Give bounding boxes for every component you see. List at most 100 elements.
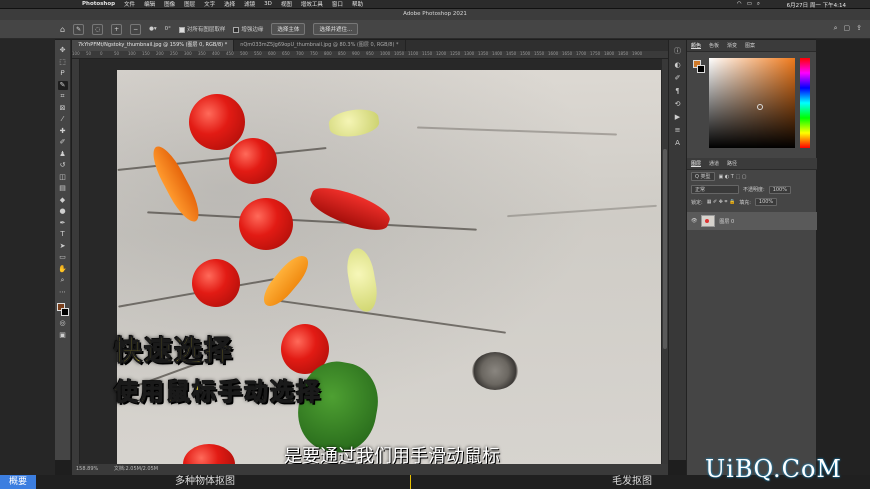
quick-selection-tool-icon[interactable]: ✎ bbox=[57, 80, 68, 90]
chapter-summary[interactable]: 概要 bbox=[0, 475, 36, 489]
blend-row: 正常 不透明度: 100% bbox=[687, 183, 817, 196]
vertical-ruler bbox=[72, 59, 80, 464]
properties-icon[interactable]: ≡ bbox=[675, 126, 681, 134]
menu-item-3d[interactable]: 3D bbox=[264, 1, 272, 7]
subtract-selection-icon[interactable]: − bbox=[130, 23, 142, 35]
more-tools-icon[interactable]: ⋯ bbox=[58, 288, 68, 298]
workspace-icon[interactable]: ▢ bbox=[844, 24, 851, 33]
brush-tool-icon[interactable]: ✐ bbox=[58, 138, 68, 148]
hue-slider[interactable] bbox=[800, 58, 810, 148]
color-picker-cursor[interactable] bbox=[757, 104, 763, 110]
chapter-multi-object[interactable]: 多种物体抠图 bbox=[175, 475, 235, 489]
tab-channels[interactable]: 通道 bbox=[709, 160, 719, 167]
home-icon[interactable]: ⌂ bbox=[60, 25, 65, 34]
history-brush-icon[interactable]: ↺ bbox=[58, 161, 68, 171]
zoom-tool-icon[interactable]: ⌕ bbox=[58, 276, 68, 286]
move-tool-icon[interactable]: ✥ bbox=[58, 46, 68, 56]
stamp-tool-icon[interactable]: ♟ bbox=[58, 150, 68, 160]
tab-layers[interactable]: 图层 bbox=[691, 160, 702, 167]
menu-item-window[interactable]: 窗口 bbox=[332, 0, 343, 8]
blur-tool-icon[interactable]: ◆ bbox=[58, 196, 68, 206]
select-subject-button[interactable]: 选择主体 bbox=[271, 23, 306, 35]
menu-item-edit[interactable]: 编辑 bbox=[144, 0, 155, 8]
marquee-tool-icon[interactable]: ⬚ bbox=[58, 58, 68, 68]
lock-icons[interactable]: ▦ ✐ ✥ ⌗ 🔒 bbox=[707, 199, 736, 205]
search-icon[interactable]: ⌕ bbox=[757, 1, 760, 8]
eyedropper-tool-icon[interactable]: ⁄ bbox=[58, 115, 68, 125]
chapter-hair[interactable]: 毛发抠图 bbox=[612, 475, 652, 489]
menu-item-view[interactable]: 视图 bbox=[281, 0, 292, 8]
healing-tool-icon[interactable]: ✚ bbox=[58, 127, 68, 137]
new-selection-icon[interactable]: ◌ bbox=[92, 23, 104, 35]
type-tool-icon[interactable]: T bbox=[58, 230, 68, 240]
filter-icons[interactable]: ▣ ◐ T ⬚ ▢ bbox=[719, 174, 747, 180]
tab-color[interactable]: 颜色 bbox=[691, 42, 702, 49]
blend-mode-select[interactable]: 正常 bbox=[691, 185, 739, 194]
menu-item-layer[interactable]: 图层 bbox=[184, 0, 195, 8]
layer-name[interactable]: 图层 0 bbox=[719, 218, 734, 225]
color-picker-field[interactable] bbox=[709, 58, 795, 148]
tab-swatches[interactable]: 色板 bbox=[709, 42, 719, 49]
layer-kind-filter[interactable]: Q 类型 bbox=[691, 172, 715, 181]
history-icon[interactable]: ⟲ bbox=[675, 100, 681, 108]
quick-select-tool-icon[interactable]: ✎ bbox=[73, 23, 85, 35]
tab-gradients[interactable]: 渐变 bbox=[727, 42, 737, 49]
tab-paths[interactable]: 路径 bbox=[727, 160, 737, 167]
angle-value[interactable]: 0° bbox=[165, 26, 171, 32]
playhead[interactable] bbox=[410, 475, 411, 489]
actions-icon[interactable]: ▶ bbox=[675, 113, 680, 121]
menu-item-image[interactable]: 图像 bbox=[164, 0, 175, 8]
layer-row[interactable]: 👁 图层 0 bbox=[687, 212, 817, 230]
enhance-edge-checkbox[interactable]: 增强边缘 bbox=[233, 25, 263, 33]
eraser-tool-icon[interactable]: ◫ bbox=[58, 173, 68, 183]
share-icon[interactable]: ⇪ bbox=[856, 24, 862, 33]
sample-all-layers-checkbox[interactable]: 对所有图层取样 bbox=[178, 25, 225, 33]
quick-mask-icon[interactable]: ◎ bbox=[58, 319, 68, 329]
search-icon[interactable]: ⌕ bbox=[834, 24, 838, 33]
brush-size-icon[interactable]: ●▾ bbox=[149, 26, 157, 32]
menu-item-filter[interactable]: 滤镜 bbox=[244, 0, 255, 8]
menu-item-plugins[interactable]: 增效工具 bbox=[301, 0, 323, 8]
background-color-swatch[interactable] bbox=[60, 308, 69, 316]
gradient-tool-icon[interactable]: ▤ bbox=[58, 184, 68, 194]
horizontal-ruler: 100 50 0 50 100 150 200 250 300 350 400 450 500 550 60… bbox=[72, 51, 668, 59]
lasso-tool-icon[interactable]: ᑭ bbox=[58, 69, 68, 79]
document-tabs: 7kYhPFMt/Ngstoky_thumbnail.jpg @ 159% (图… bbox=[72, 40, 668, 51]
pen-tool-icon[interactable]: ✒ bbox=[58, 219, 68, 229]
add-selection-icon[interactable]: + bbox=[111, 23, 123, 35]
scrollbar-thumb[interactable] bbox=[663, 149, 667, 349]
ruler-tick: 1750 bbox=[590, 51, 601, 56]
doc-tab-1[interactable]: 7kYhPFMt/Ngstoky_thumbnail.jpg @ 159% (图… bbox=[72, 40, 235, 51]
opacity-input[interactable]: 100% bbox=[768, 185, 791, 194]
adjust-icon[interactable]: ◐ bbox=[674, 61, 680, 69]
shape-tool-icon[interactable]: ▭ bbox=[58, 253, 68, 263]
path-select-tool-icon[interactable]: ➤ bbox=[58, 242, 68, 252]
status-bar: 158.89% 文档:2.05M/2.05M bbox=[72, 464, 668, 475]
fill-input[interactable]: 100% bbox=[754, 198, 778, 206]
wifi-icon[interactable]: ◠ bbox=[737, 1, 742, 8]
menu-item-help[interactable]: 帮助 bbox=[352, 0, 363, 8]
background-color-swatch[interactable] bbox=[697, 65, 705, 73]
crop-tool-icon[interactable]: ⌗ bbox=[58, 92, 68, 102]
battery-icon[interactable]: ▭ bbox=[747, 1, 752, 8]
panel-color-swatches[interactable] bbox=[693, 60, 705, 74]
eye-icon[interactable]: 👁 bbox=[691, 218, 697, 224]
tab-patterns[interactable]: 图案 bbox=[745, 42, 755, 49]
zoom-level[interactable]: 158.89% bbox=[76, 466, 98, 472]
paragraph-icon[interactable]: ¶ bbox=[675, 87, 679, 95]
doc-tab-2[interactable]: nQm033mZ5Jg69opU_thumbnail.jpg @ 80.3% (… bbox=[234, 40, 406, 51]
menu-app-name[interactable]: Photoshop bbox=[82, 1, 115, 7]
menu-item-select[interactable]: 选择 bbox=[224, 0, 235, 8]
hand-tool-icon[interactable]: ✋ bbox=[58, 265, 68, 275]
dodge-tool-icon[interactable]: ● bbox=[58, 207, 68, 217]
select-and-mask-button[interactable]: 选择并遮住... bbox=[313, 23, 359, 35]
screen-mode-icon[interactable]: ▣ bbox=[58, 331, 68, 341]
frame-tool-icon[interactable]: ⊠ bbox=[58, 104, 68, 114]
character-icon[interactable]: A bbox=[675, 139, 680, 147]
info-icon[interactable]: ⓘ bbox=[674, 46, 681, 56]
menu-item-type[interactable]: 文字 bbox=[204, 0, 215, 8]
menu-item-file[interactable]: 文件 bbox=[124, 0, 135, 8]
color-swatches[interactable] bbox=[56, 303, 69, 317]
tomato bbox=[239, 198, 293, 250]
brush-settings-icon[interactable]: ✐ bbox=[675, 74, 681, 82]
